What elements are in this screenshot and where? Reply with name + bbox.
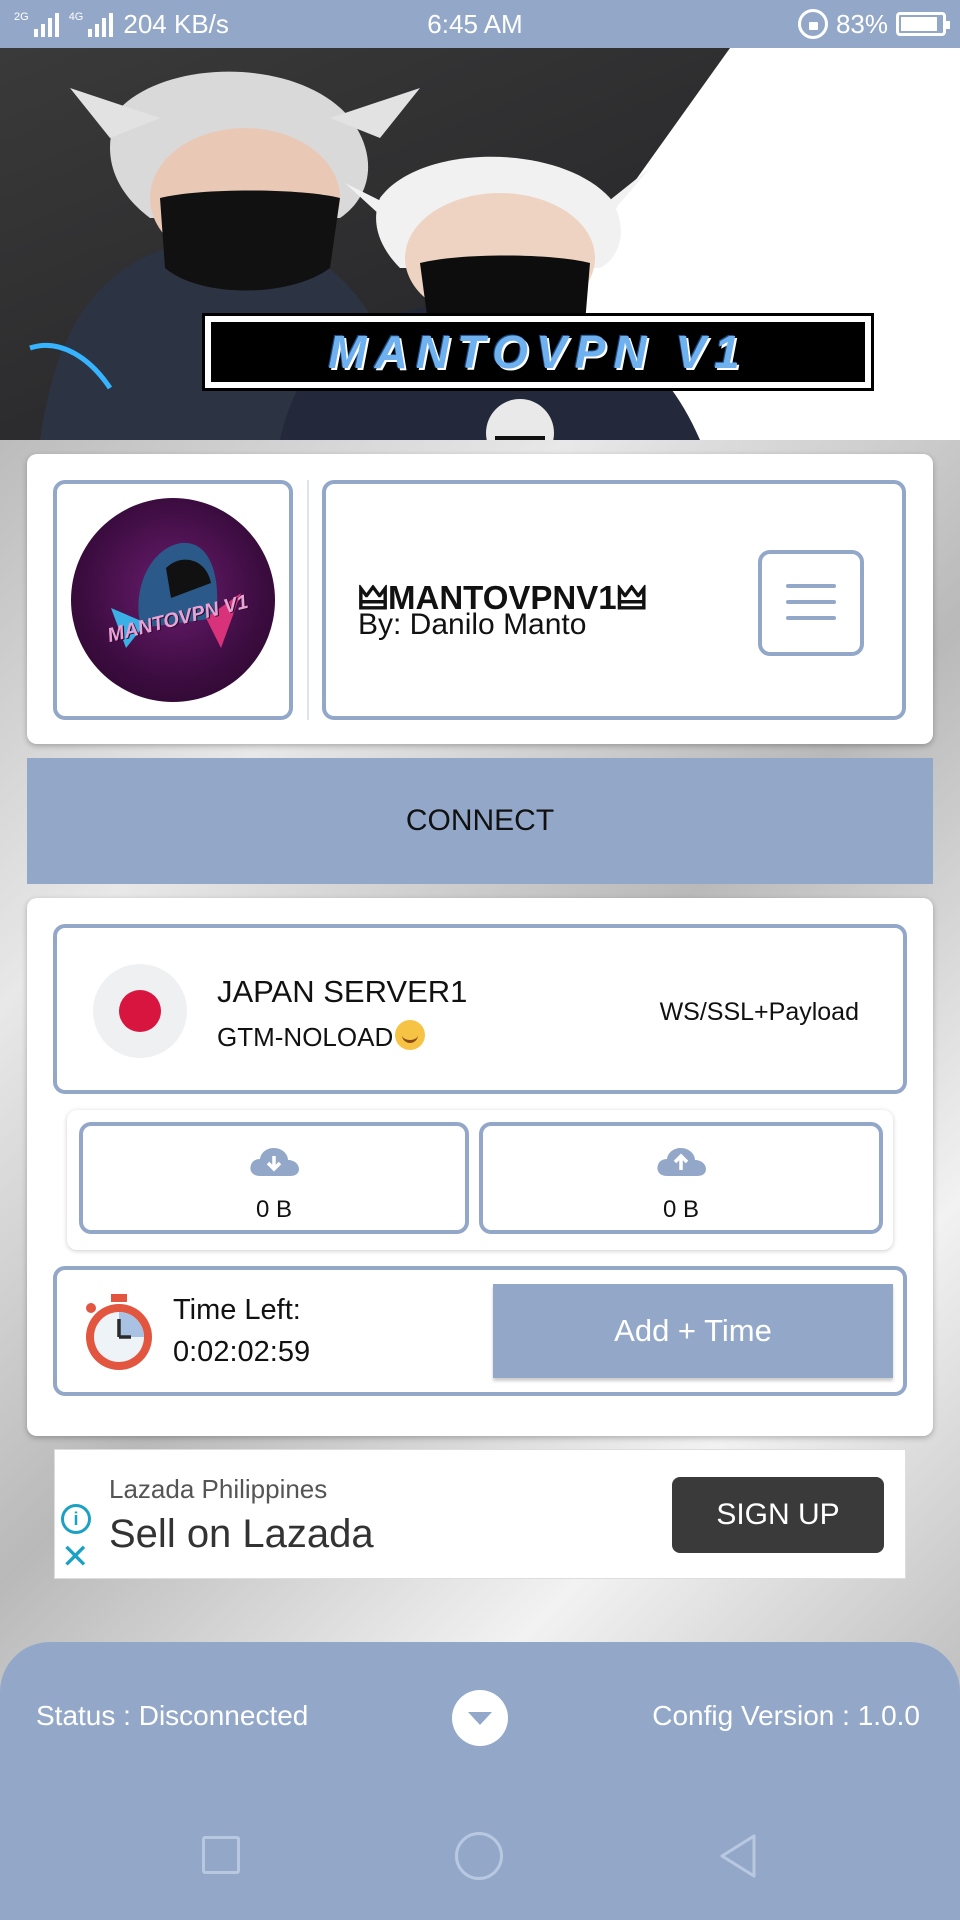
- time-left-box: Time Left: 0:02:02:59 Add + Time: [53, 1266, 907, 1396]
- status-bar-right: 83%: [646, 8, 950, 40]
- server-name: JAPAN SERVER1: [217, 974, 468, 1009]
- battery-percent: 83%: [835, 8, 888, 39]
- traffic-panel: 0 B 0 B: [67, 1110, 893, 1250]
- upload-value: 0 B: [662, 1196, 700, 1223]
- ad-info-icon[interactable]: i: [61, 1504, 91, 1534]
- japan-flag-icon: [93, 964, 187, 1058]
- server-network: GTM-NOLOAD: [217, 1020, 426, 1053]
- rotation-lock-icon: [797, 9, 828, 39]
- connection-status: Status : Disconnected: [36, 1700, 309, 1731]
- clock: 6:45 AM: [427, 8, 523, 39]
- ad-banner[interactable]: i ✕ Lazada Philippines Sell on Lazada SI…: [54, 1449, 906, 1579]
- home-icon[interactable]: [455, 1832, 503, 1880]
- status-panel: Status : Disconnected Config Version : 1…: [0, 1642, 960, 1792]
- time-left-label: Time Left:: [173, 1294, 301, 1326]
- cloud-download-icon: [250, 1148, 299, 1176]
- stopwatch-icon: [86, 1294, 152, 1370]
- status-bar-left: 2G 4G 204 KB/s: [14, 9, 344, 40]
- config-version: Config Version : 1.0.0: [652, 1700, 920, 1731]
- banner-title: MANTOVPN V1: [202, 313, 874, 391]
- server-selector[interactable]: JAPAN SERVER1 GTM-NOLOAD WS/SSL+Payload: [53, 924, 907, 1094]
- cloud-upload-icon: [657, 1148, 706, 1176]
- add-time-button[interactable]: Add + Time: [493, 1284, 893, 1378]
- header-banner: MANTOVPN V1: [0, 48, 960, 440]
- ad-title: Sell on Lazada: [109, 1512, 374, 1556]
- server-protocol: WS/SSL+Payload: [659, 998, 859, 1026]
- server-network-label: GTM-NOLOAD: [217, 1022, 394, 1052]
- upload-box: 0 B: [479, 1122, 883, 1234]
- menu-button[interactable]: [758, 550, 864, 656]
- recents-icon[interactable]: [202, 1836, 240, 1874]
- connect-button[interactable]: CONNECT: [27, 758, 933, 884]
- ad-close-icon[interactable]: ✕: [61, 1540, 90, 1574]
- download-box: 0 B: [79, 1122, 469, 1234]
- time-left-value: 0:02:02:59: [173, 1336, 311, 1368]
- expand-toggle-icon[interactable]: [452, 1690, 508, 1746]
- divider: [307, 480, 309, 720]
- logo-box: MANTOVPN V1: [53, 480, 293, 720]
- app-logo: MANTOVPN V1: [71, 498, 275, 702]
- ad-brand: Lazada Philippines: [109, 1474, 328, 1504]
- battery-icon: [896, 12, 950, 36]
- app-author: By: Danilo Manto: [358, 608, 587, 641]
- connection-card: JAPAN SERVER1 GTM-NOLOAD WS/SSL+Payload …: [27, 898, 933, 1436]
- network-type-label-2: 4G: [68, 11, 84, 23]
- download-value: 0 B: [255, 1196, 293, 1223]
- status-bar: 2G 4G 204 KB/s 6:45 AM 83%: [0, 0, 960, 48]
- app-header-card: MANTOVPN V1 🜲MANTOVPNV1🜲 By: Danilo Mant…: [27, 454, 933, 744]
- ad-signup-button[interactable]: SIGN UP: [672, 1477, 884, 1553]
- smile-emoji-icon: [395, 1020, 426, 1050]
- network-speed: 204 KB/s: [123, 8, 229, 39]
- network-type-label: 2G: [14, 11, 29, 23]
- system-nav-bar: [0, 1792, 960, 1920]
- signal-icon: 2G: [14, 11, 59, 37]
- back-icon[interactable]: [716, 1832, 760, 1880]
- app-info-box: 🜲MANTOVPNV1🜲 By: Danilo Manto: [322, 480, 906, 720]
- signal-icon-2: 4G: [69, 11, 114, 37]
